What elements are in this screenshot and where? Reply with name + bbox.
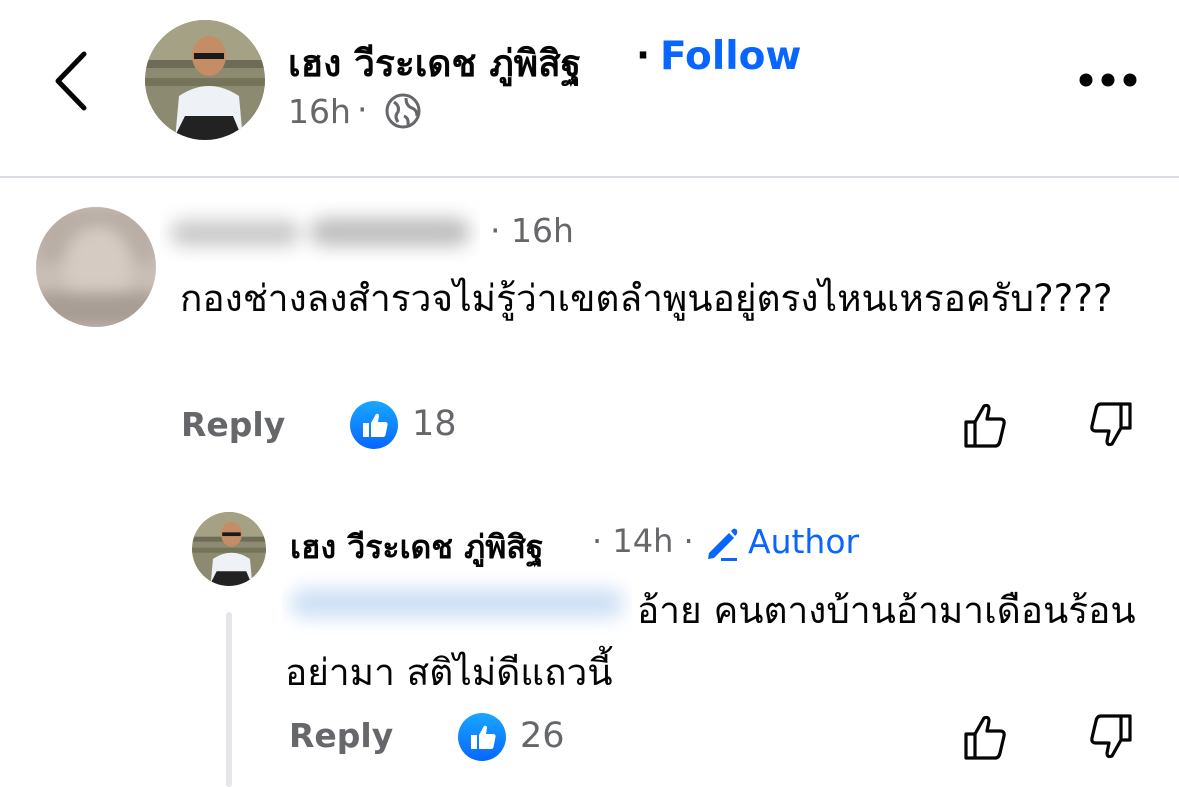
reply-author-name[interactable]: เฮง วีระเดช ภู่พิสิฐ	[290, 522, 544, 573]
thumbs-up-icon[interactable]	[960, 398, 1014, 452]
back-button[interactable]	[48, 48, 94, 114]
globe-icon	[384, 92, 422, 130]
more-options-button[interactable]	[1078, 70, 1138, 90]
like-reaction-icon[interactable]	[458, 713, 506, 761]
commenter-name-blurred[interactable]	[160, 200, 480, 262]
like-reaction-icon[interactable]	[350, 401, 398, 449]
post-timestamp[interactable]: 16h	[288, 92, 351, 131]
reply-like-count[interactable]: 26	[520, 716, 565, 756]
header-divider	[0, 176, 1179, 178]
follow-button[interactable]: Follow	[660, 34, 801, 79]
timestamp-separator: ·	[357, 90, 368, 129]
pencil-icon	[703, 525, 741, 563]
comment-reply-button[interactable]: Reply	[181, 405, 285, 444]
thumbs-down-icon[interactable]	[1082, 710, 1136, 764]
reply-thread-line	[226, 612, 232, 787]
chevron-left-icon	[55, 51, 87, 111]
thumbs-down-icon[interactable]	[1082, 398, 1136, 452]
commenter-avatar-blurred[interactable]	[36, 207, 156, 327]
reply-text: อ้าย คนตางบ้านอ้ามาเดือนร้อน อย่ามา สติไ…	[285, 589, 1136, 694]
comment-timestamp[interactable]: · 16h	[490, 211, 574, 250]
post-author-name[interactable]: เฮง วีระเดช ภู่พิสิฐ	[288, 34, 581, 93]
comment-like-count[interactable]: 18	[412, 404, 457, 444]
comment-text: กองช่างลงสำรวจไม่รู้ว่าเขตลำพูนอยู่ตรงไห…	[180, 277, 1113, 320]
ellipsis-icon	[1079, 73, 1137, 87]
author-badge: Author	[748, 522, 860, 561]
reply-timestamp[interactable]: · 14h ·	[592, 522, 694, 560]
thumbs-up-icon[interactable]	[960, 710, 1014, 764]
name-follow-separator: ·	[636, 34, 651, 77]
post-author-avatar[interactable]	[145, 20, 265, 140]
reply-author-avatar[interactable]	[192, 512, 266, 586]
reply-reply-button[interactable]: Reply	[289, 716, 393, 755]
